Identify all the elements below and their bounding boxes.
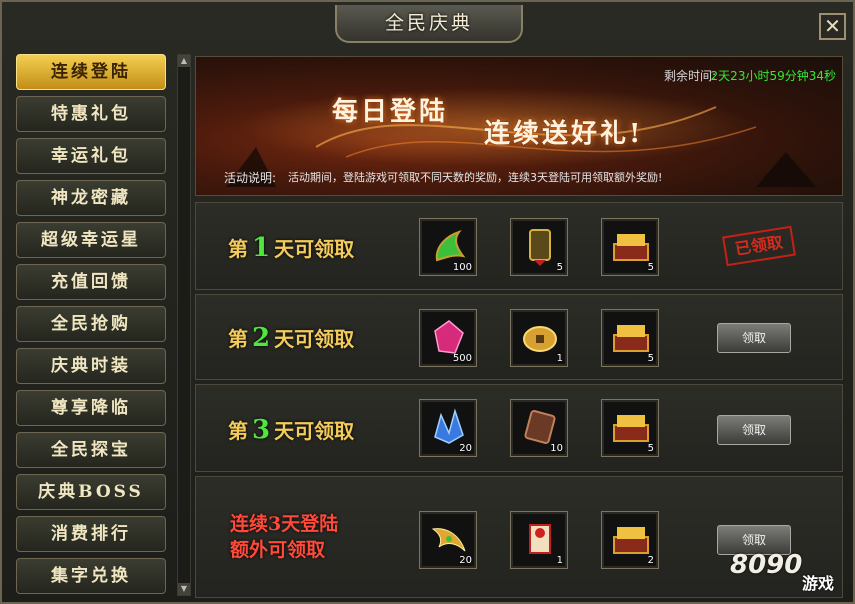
blue-crystal-icon: [434, 408, 464, 444]
banner-title-line1: 每日登陆: [332, 97, 449, 127]
sidebar-scrollbar[interactable]: ▲ ▼: [177, 54, 191, 596]
reward-slot[interactable]: 2: [601, 511, 659, 569]
gold-chest-icon: [613, 325, 649, 352]
item-count: 5: [647, 262, 654, 273]
bronze-token-icon: [529, 229, 551, 266]
reward-row-day-3: 第 3 天可领取 20 10 5 领取: [195, 384, 843, 472]
rune-stone-icon: [524, 410, 556, 444]
claimed-stamp: 已领取: [722, 225, 796, 267]
day-label: 第 2 天可领取: [228, 323, 355, 353]
sidebar-item-spending-rank[interactable]: 消费排行: [16, 516, 166, 552]
day-label: 第 1 天可领取: [228, 233, 355, 263]
sidebar-item-festival-fashion[interactable]: 庆典时装: [16, 348, 166, 384]
close-button[interactable]: ✕: [819, 13, 846, 40]
reward-slot[interactable]: 5: [601, 309, 659, 367]
countdown-label: 剩余时间:: [663, 69, 716, 83]
site-watermark: 8090: [730, 550, 803, 580]
reward-row-day-1: 第 1 天可领取 100 5 5 已领取: [195, 202, 843, 290]
description-label: 活动说明:: [224, 171, 277, 185]
description-text: 活动期间，登陆游戏可领取不同天数的奖励，连续3天登陆可用领取额外奖励!: [288, 171, 663, 184]
scroll-up-icon[interactable]: ▲: [178, 55, 190, 67]
sidebar-item-treasure-hunt[interactable]: 全民探宝: [16, 432, 166, 468]
golden-wing-icon: [431, 528, 466, 552]
site-watermark-sub: 游戏: [802, 574, 835, 593]
day-number: 3: [252, 415, 271, 445]
item-count: 20: [459, 443, 472, 454]
gold-chest-icon: [613, 234, 649, 261]
sidebar-item-special-pack[interactable]: 特惠礼包: [16, 96, 166, 132]
sidebar-item-word-exchange[interactable]: 集字兑换: [16, 558, 166, 594]
sidebar-item-super-lucky-star[interactable]: 超级幸运星: [16, 222, 166, 258]
sidebar-item-recharge-reward[interactable]: 充值回馈: [16, 264, 166, 300]
scroll-down-icon[interactable]: ▼: [178, 583, 190, 595]
reward-slot[interactable]: 5: [510, 218, 568, 276]
reward-slot[interactable]: 10: [510, 399, 568, 457]
day-label: 第 3 天可领取: [228, 415, 355, 445]
bonus-label: 连续3天登陆 额外可领取: [230, 513, 339, 561]
reward-slot[interactable]: 1: [510, 511, 568, 569]
item-count: 1: [556, 555, 563, 566]
item-count: 1: [556, 353, 563, 364]
item-count: 5: [647, 443, 654, 454]
sidebar-item-festival-boss[interactable]: 庆典BOSS: [16, 474, 166, 510]
reward-slot[interactable]: 500: [419, 309, 477, 367]
reward-slot[interactable]: 5: [601, 399, 659, 457]
reward-slot[interactable]: 20: [419, 399, 477, 457]
item-count: 100: [452, 262, 472, 273]
sidebar-item-dragon-treasure[interactable]: 神龙密藏: [16, 180, 166, 216]
item-count: 5: [647, 353, 654, 364]
sidebar-item-flash-sale[interactable]: 全民抢购: [16, 306, 166, 342]
item-count: 2: [647, 555, 654, 566]
window-title: 全民庆典: [335, 5, 523, 43]
claim-button[interactable]: 领取: [717, 323, 791, 353]
gold-coin-icon: [523, 326, 557, 352]
jade-dragon-icon: [435, 230, 466, 262]
sidebar: 连续登陆 特惠礼包 幸运礼包 神龙密藏 超级幸运星 充值回馈 全民抢购 庆典时装…: [12, 52, 172, 598]
claim-button[interactable]: 领取: [717, 415, 791, 445]
day-number: 1: [252, 233, 271, 263]
item-count: 500: [452, 353, 472, 364]
gold-chest-icon: [613, 527, 649, 554]
reward-slot[interactable]: 20: [419, 511, 477, 569]
event-banner: 剩余时间: 2天23小时59分钟34秒 每日登陆 连续送好礼! 活动说明: 活动…: [195, 56, 843, 196]
item-count: 10: [550, 443, 563, 454]
reward-slot[interactable]: 5: [601, 218, 659, 276]
event-window: 全民庆典 ✕ 连续登陆 特惠礼包 幸运礼包 神龙密藏 超级幸运星 充值回馈 全民…: [0, 0, 855, 604]
reward-slot[interactable]: 100: [419, 218, 477, 276]
day-number: 2: [252, 323, 271, 353]
sidebar-item-lucky-pack[interactable]: 幸运礼包: [16, 138, 166, 174]
countdown-value: 2天23小时59分钟34秒: [710, 69, 836, 83]
reward-slot[interactable]: 1: [510, 309, 568, 367]
sidebar-item-vip-arrival[interactable]: 尊享降临: [16, 390, 166, 426]
scroll-icon: [529, 524, 551, 554]
item-count: 20: [459, 555, 472, 566]
sidebar-item-login-streak[interactable]: 连续登陆: [16, 54, 166, 90]
reward-row-day-2: 第 2 天可领取 500 1 5 领取: [195, 294, 843, 380]
gold-chest-icon: [613, 415, 649, 442]
item-count: 5: [556, 262, 563, 273]
pink-gem-icon: [434, 320, 464, 354]
banner-title-line2: 连续送好礼!: [484, 119, 644, 149]
